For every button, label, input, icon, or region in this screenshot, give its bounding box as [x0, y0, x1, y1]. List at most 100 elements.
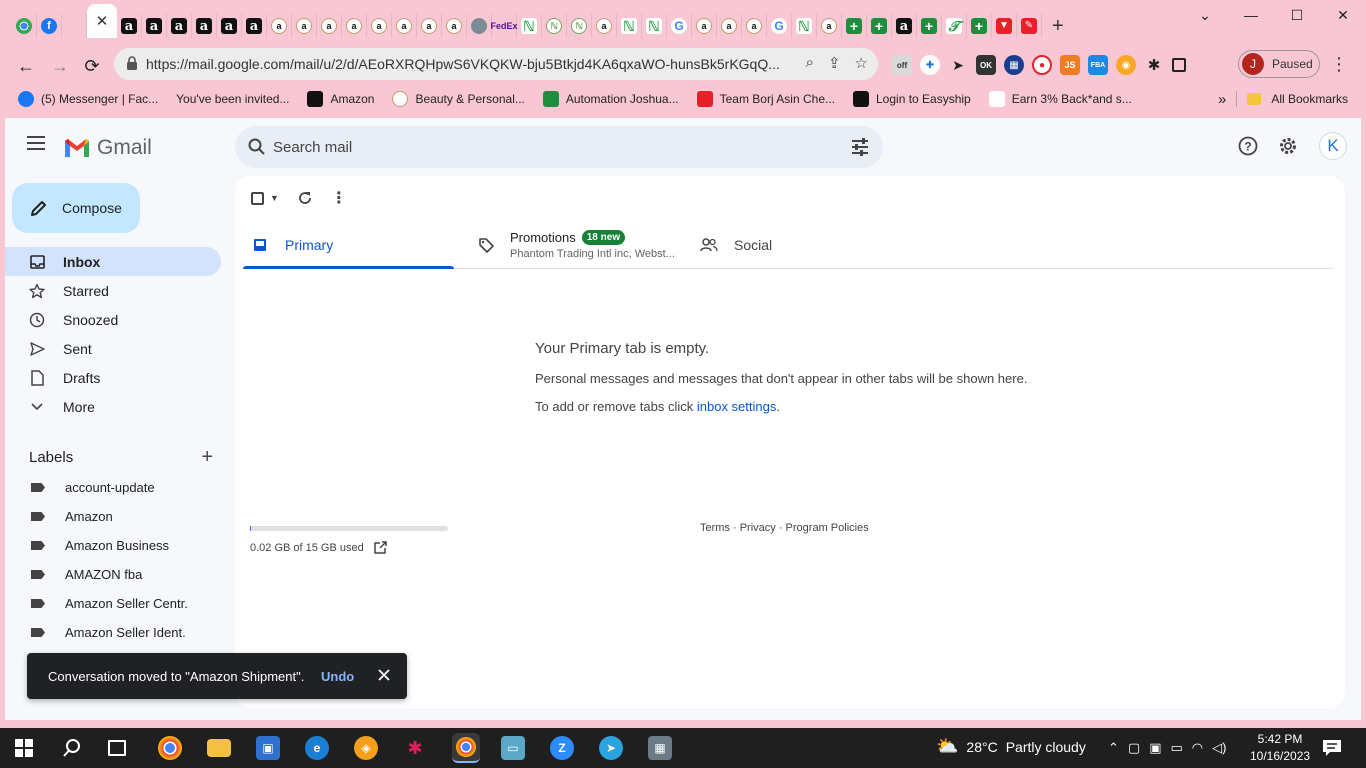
- browser-tab[interactable]: a: [117, 14, 142, 38]
- notification-center-icon[interactable]: [1322, 739, 1342, 757]
- browser-tab[interactable]: ✎: [1017, 14, 1042, 38]
- extension-fba-icon[interactable]: FBA: [1088, 55, 1108, 75]
- bookmark-item[interactable]: Beauty & Personal...: [392, 91, 525, 107]
- refresh-icon[interactable]: [297, 190, 313, 206]
- reload-button[interactable]: ⟳: [80, 54, 104, 78]
- browser-tab[interactable]: [467, 14, 492, 38]
- browser-tab[interactable]: M: [62, 14, 700, 440]
- tab-social[interactable]: Social: [682, 222, 882, 268]
- extension-cursor-icon[interactable]: ➤: [948, 55, 968, 75]
- open-external-icon[interactable]: [374, 541, 387, 554]
- sidebar-item-more[interactable]: More: [5, 392, 221, 421]
- browser-tab[interactable]: a: [292, 14, 317, 38]
- browser-tab[interactable]: a: [367, 14, 392, 38]
- volume-icon[interactable]: ◁): [1212, 740, 1226, 756]
- browser-tab[interactable]: ℕ: [517, 14, 542, 38]
- bookmark-item[interactable]: Automation Joshua...: [542, 91, 679, 107]
- maximize-button[interactable]: ☐: [1274, 4, 1320, 26]
- bookmark-item[interactable]: Amazon: [307, 91, 374, 107]
- clock[interactable]: 5:42 PM 10/16/2023: [1250, 731, 1310, 765]
- bookmark-item[interactable]: (5) Messenger | Fac...: [18, 91, 158, 107]
- tray-chevron-icon[interactable]: ⌃: [1108, 740, 1119, 756]
- label-item[interactable]: Amazon: [5, 502, 221, 531]
- meet-now-icon[interactable]: ▢: [1128, 740, 1140, 756]
- browser-tab[interactable]: G: [667, 14, 692, 38]
- edge-icon[interactable]: e: [305, 736, 329, 760]
- browser-tab[interactable]: f: [37, 14, 62, 38]
- windows-start-icon[interactable]: [12, 736, 36, 760]
- label-item[interactable]: account-update: [5, 473, 221, 502]
- gmail-logo[interactable]: Gmail: [63, 136, 152, 160]
- browser-tab[interactable]: a: [892, 14, 917, 38]
- bookmark-item[interactable]: Earn 3% Back*and s...: [988, 91, 1132, 107]
- help-icon[interactable]: ?: [1236, 134, 1260, 158]
- browser-tab[interactable]: G: [767, 14, 792, 38]
- extension-chart-icon[interactable]: ▦: [1004, 55, 1024, 75]
- back-button[interactable]: ←: [14, 54, 38, 78]
- browser-tab[interactable]: ▼: [992, 14, 1017, 38]
- tab-primary[interactable]: Primary: [243, 222, 454, 269]
- notes-icon[interactable]: ▭: [501, 736, 525, 760]
- all-bookmarks-link[interactable]: All Bookmarks: [1271, 92, 1348, 106]
- address-bar[interactable]: https://mail.google.com/mail/u/2/d/AEoRX…: [114, 48, 878, 80]
- label-item[interactable]: AMAZON fba: [5, 560, 221, 589]
- extensions-puzzle-icon[interactable]: ✱: [1144, 55, 1164, 75]
- settings-gear-icon[interactable]: [1276, 134, 1300, 158]
- browser-tab[interactable]: ℕ: [792, 14, 817, 38]
- calculator-icon[interactable]: ▦: [648, 736, 672, 760]
- close-window-button[interactable]: ✕: [1320, 4, 1366, 26]
- add-label-icon[interactable]: +: [201, 446, 213, 469]
- chrome-taskbar-icon[interactable]: [158, 736, 182, 760]
- account-avatar[interactable]: K: [1319, 132, 1347, 160]
- browser-tab[interactable]: +: [867, 14, 892, 38]
- share-icon[interactable]: ⇪: [828, 54, 841, 72]
- main-menu-icon[interactable]: [27, 136, 45, 150]
- browser-tab[interactable]: a: [217, 14, 242, 38]
- browser-tab[interactable]: a: [717, 14, 742, 38]
- browser-tab[interactable]: +: [917, 14, 942, 38]
- vpn-icon[interactable]: ◈: [354, 736, 378, 760]
- inbox-settings-link[interactable]: inbox settings: [697, 399, 777, 414]
- footer-links[interactable]: Terms · Privacy · Program Policies: [700, 522, 869, 534]
- sidebar-item-snoozed[interactable]: Snoozed: [5, 305, 221, 334]
- browser-tab[interactable]: FedEx: [491, 14, 518, 38]
- minimize-button[interactable]: —: [1228, 4, 1274, 26]
- telegram-icon[interactable]: ➤: [599, 736, 623, 760]
- browser-tab[interactable]: a: [442, 14, 467, 38]
- task-view-icon[interactable]: [108, 740, 126, 756]
- bookmark-item[interactable]: Login to Easyship: [853, 91, 971, 107]
- slack-icon[interactable]: ✱: [403, 736, 427, 760]
- new-tab-button[interactable]: +: [1052, 15, 1064, 38]
- browser-tab[interactable]: a: [817, 14, 842, 38]
- label-item[interactable]: Amazon Seller Centr.: [5, 589, 221, 618]
- search-bar[interactable]: Search mail: [235, 126, 883, 168]
- sidebar-item-starred[interactable]: Starred: [5, 276, 221, 305]
- browser-tab[interactable]: 𝒯: [942, 14, 967, 38]
- extension-ok-icon[interactable]: OK: [976, 55, 996, 75]
- file-explorer-icon[interactable]: [207, 739, 231, 757]
- select-checkbox[interactable]: ▼: [251, 191, 279, 205]
- undo-button[interactable]: Undo: [321, 669, 354, 684]
- browser-tab[interactable]: a: [242, 14, 267, 38]
- tray-app-icon[interactable]: ▣: [1149, 740, 1161, 756]
- remote-app-icon[interactable]: ▣: [256, 736, 280, 760]
- taskbar-search-icon[interactable]: [60, 736, 84, 760]
- url-text[interactable]: https://mail.google.com/mail/u/2/d/AEoRX…: [146, 56, 786, 72]
- browser-tab[interactable]: a: [317, 14, 342, 38]
- search-options-icon[interactable]: [851, 138, 869, 156]
- forward-button[interactable]: →: [48, 54, 72, 78]
- search-input[interactable]: Search mail: [273, 139, 352, 156]
- active-tab-close-icon[interactable]: ✕: [87, 4, 117, 38]
- tab-search-chevron-icon[interactable]: ⌄: [1182, 4, 1228, 26]
- browser-tab[interactable]: a: [267, 14, 292, 38]
- browser-tab[interactable]: a: [342, 14, 367, 38]
- zoom-app-icon[interactable]: Z: [550, 736, 574, 760]
- browser-tab[interactable]: ℕ: [642, 14, 667, 38]
- browser-tab[interactable]: a: [392, 14, 417, 38]
- browser-tab[interactable]: +: [842, 14, 867, 38]
- side-panel-icon[interactable]: [1172, 58, 1186, 72]
- profile-button[interactable]: J Paused: [1238, 50, 1320, 78]
- battery-icon[interactable]: ▭: [1171, 740, 1183, 756]
- extension-pokeball-icon[interactable]: ●: [1032, 55, 1052, 75]
- close-icon[interactable]: [377, 668, 391, 682]
